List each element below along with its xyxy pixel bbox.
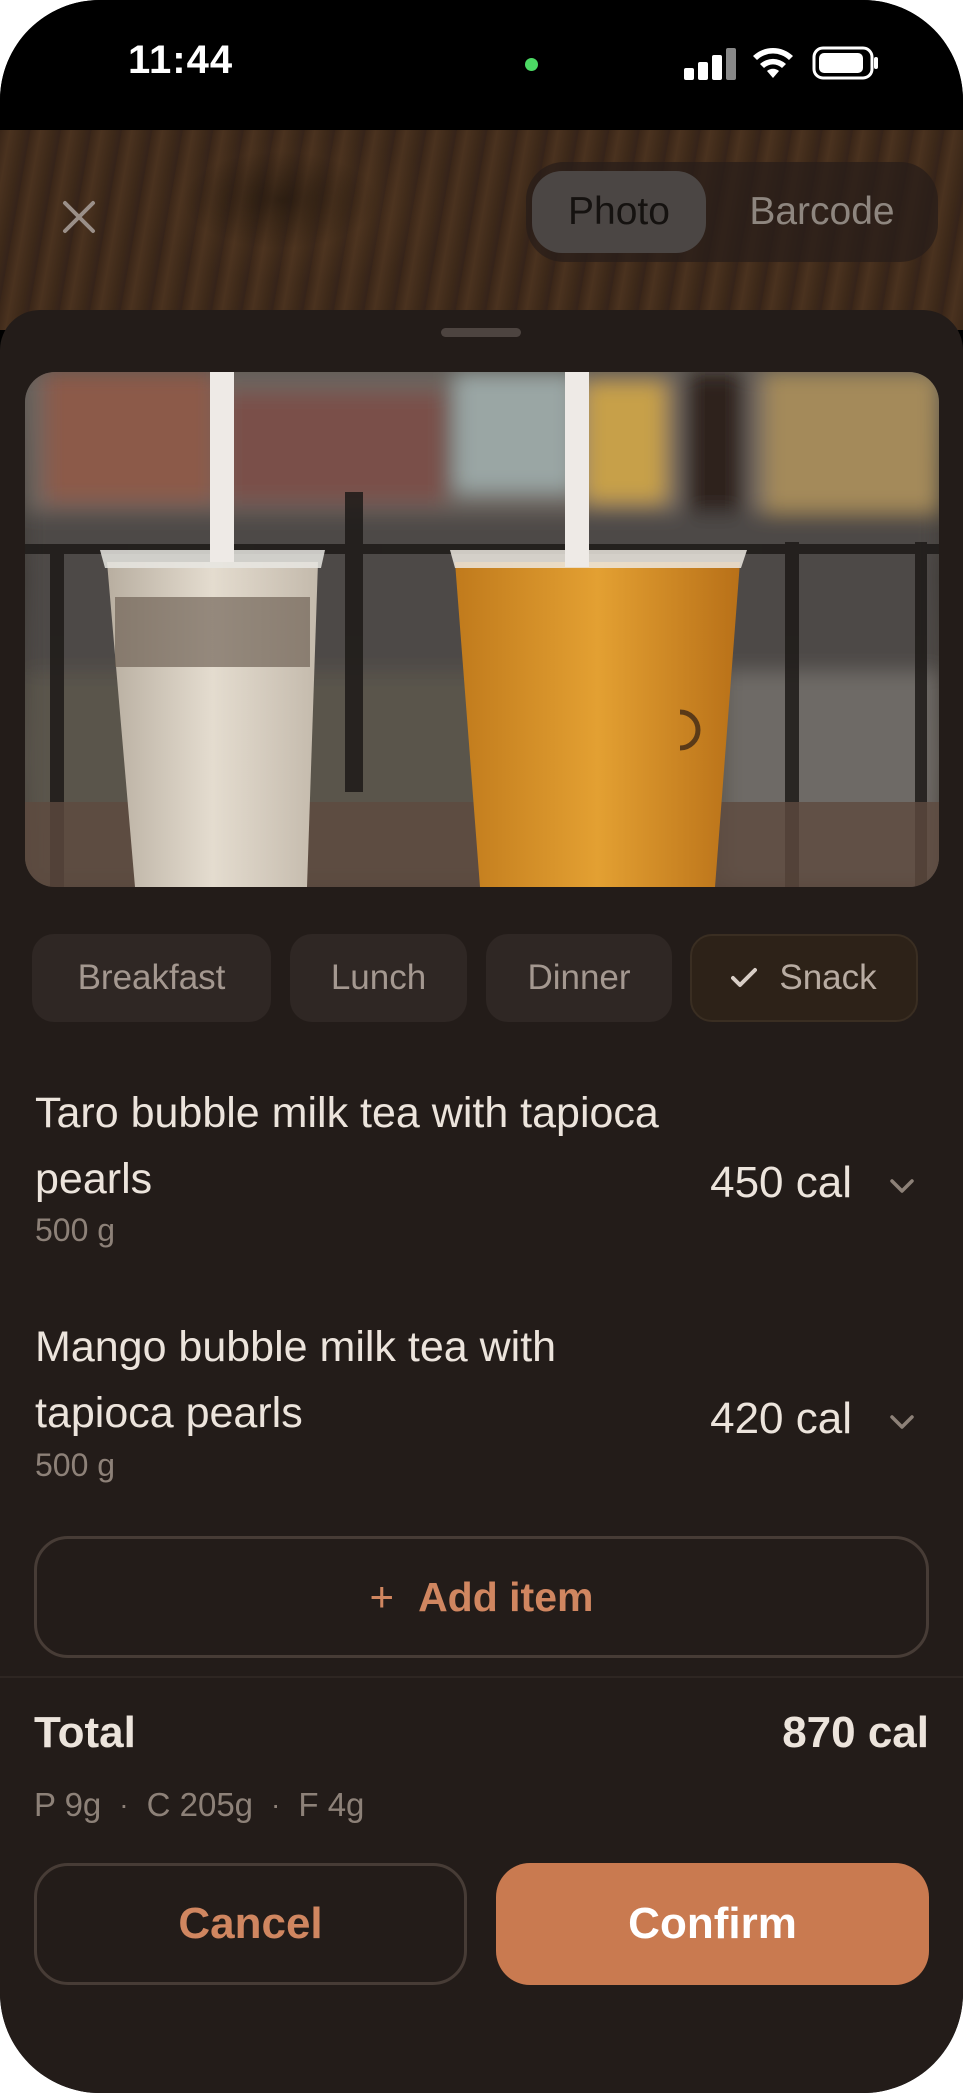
sheet-drag-handle[interactable]	[441, 328, 521, 337]
status-time: 11:44	[128, 38, 234, 82]
meal-chip-label: Breakfast	[77, 958, 226, 997]
camera-top-bar: Photo Barcode	[0, 130, 963, 330]
meal-chip-label: Snack	[779, 958, 877, 997]
add-item-label: Add item	[418, 1573, 594, 1620]
meal-chip-label: Lunch	[330, 958, 427, 997]
macros-summary: P 9g · C 205g · F 4g	[34, 1786, 364, 1824]
meal-chip-lunch[interactable]: Lunch	[290, 934, 467, 1022]
phone-screen: 11:44 Photo Barcode Breakfast Lunch Dinn…	[0, 0, 963, 2093]
food-item-name: Mango bubble milk tea with tapioca pearl…	[35, 1323, 557, 1437]
food-item-row[interactable]: Taro bubble milk tea with tapioca pearls…	[35, 1080, 930, 1280]
tab-barcode[interactable]: Barcode	[714, 171, 930, 253]
macro-fat: F 4g	[298, 1786, 365, 1823]
close-icon	[63, 201, 95, 233]
wifi-icon	[753, 48, 793, 78]
status-bar: 11:44	[0, 0, 963, 130]
tab-photo[interactable]: Photo	[532, 171, 706, 253]
food-item-row[interactable]: Mango bubble milk tea with tapioca pearl…	[35, 1314, 930, 1514]
review-sheet: Breakfast Lunch Dinner Snack Taro bubble…	[0, 310, 963, 2093]
camera-indicator-icon	[525, 58, 538, 71]
macro-carbs: C 205g	[146, 1786, 254, 1823]
close-button[interactable]	[54, 192, 104, 242]
food-item-weight: 500 g	[35, 1447, 116, 1483]
divider	[0, 1676, 963, 1678]
total-label: Total	[34, 1708, 136, 1757]
mode-segmented-control: Photo Barcode	[526, 162, 938, 262]
cancel-button[interactable]: Cancel	[34, 1863, 467, 1985]
cellular-signal-icon	[684, 48, 736, 80]
macro-separator: ·	[271, 1789, 281, 1820]
meal-chip-snack[interactable]: Snack	[690, 934, 918, 1022]
food-item-calories: 420 cal	[710, 1394, 852, 1443]
chevron-down-icon[interactable]	[886, 1170, 918, 1202]
food-photo-image	[25, 372, 939, 887]
confirm-button[interactable]: Confirm	[496, 1863, 929, 1985]
food-photo	[25, 372, 939, 887]
macro-protein: P 9g	[34, 1786, 102, 1823]
food-item-name: Taro bubble milk tea with tapioca pearls	[35, 1089, 659, 1203]
add-item-button[interactable]: + Add item	[34, 1536, 929, 1658]
food-item-calories: 450 cal	[710, 1158, 852, 1207]
food-item-weight: 500 g	[35, 1212, 116, 1248]
meal-chip-label: Dinner	[527, 958, 631, 997]
checkmark-icon	[731, 967, 758, 989]
meal-type-selector: Breakfast Lunch Dinner Snack	[32, 934, 932, 1022]
battery-icon	[812, 46, 878, 80]
chevron-down-icon[interactable]	[886, 1406, 918, 1438]
macro-separator: ·	[119, 1789, 129, 1820]
total-calories: 870 cal	[782, 1708, 929, 1757]
meal-chip-breakfast[interactable]: Breakfast	[32, 934, 271, 1022]
meal-chip-dinner[interactable]: Dinner	[486, 934, 672, 1022]
plus-icon: +	[369, 1573, 395, 1620]
